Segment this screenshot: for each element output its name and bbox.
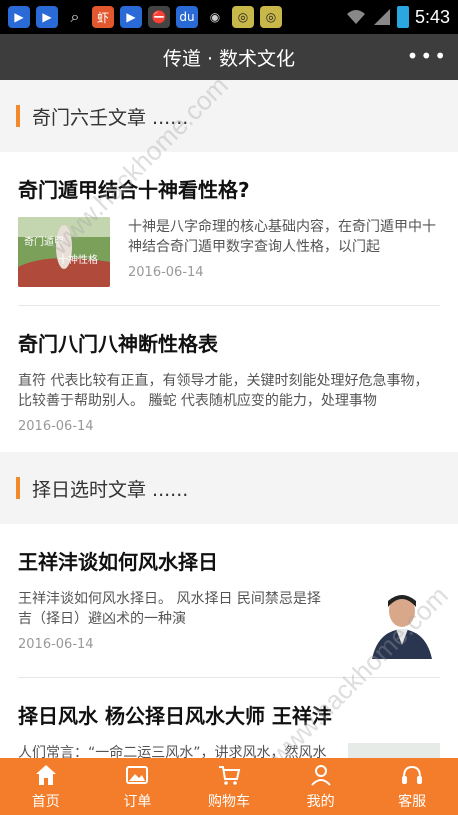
article-summary: 直符 代表比较有正直，有领导才能，关键时刻能处理好危急事物，比较善于帮助别人。 … (18, 373, 429, 409)
nav-home[interactable]: 首页 (0, 758, 92, 815)
page-title: 传道 · 数术文化 (162, 47, 296, 70)
baidu-icon: du (176, 6, 198, 28)
search-icon: ⌕ (64, 6, 86, 28)
nav-cart[interactable]: 购物车 (183, 758, 275, 815)
article-summary: 人们常言：“一命二运三风水”，讲求风水，然风水不配合择日，亦是不完全的 (18, 745, 327, 758)
section-card: 王祥沣谈如何风水择日 王祥沣谈如何风水择日。 风水择日 民间禁忌是择吉（择日）避… (0, 524, 458, 758)
section-header-zeri[interactable]: 择日选时文章 ...... (0, 452, 458, 524)
article-summary: 十神是八字命理的核心基础内容，在奇门遁甲中十神结合奇门遁甲数字查询人性格，以门起 (128, 219, 436, 255)
nav-service[interactable]: 客服 (366, 758, 458, 815)
app-icon: ▶ (120, 6, 142, 28)
app-icon: ▶ (8, 6, 30, 28)
crossed-icon: ⛔ (148, 6, 170, 28)
wifi-icon (346, 10, 365, 24)
user-icon (310, 764, 331, 786)
cat-icon: ◉ (204, 6, 226, 28)
article-list: 奇门六壬文章 ...... 奇门遁甲结合十神看性格? 奇门遁甲 十神性格 十神是… (0, 80, 458, 758)
notification-icons: ▶ ▶ ⌕ 虾 ▶ ⛔ du ◉ ◎ ◎ (8, 6, 282, 28)
article-item[interactable]: 王祥沣谈如何风水择日 王祥沣谈如何风水择日。 风水择日 民间禁忌是择吉（择日）避… (18, 524, 440, 678)
bottom-navigation: 首页 订单 购物车 我的 客服 (0, 758, 458, 815)
home-icon (35, 764, 56, 785)
article-thumbnail (348, 743, 440, 758)
article-title: 奇门遁甲结合十神看性格? (18, 178, 250, 202)
article-date: 2016-06-14 (18, 419, 94, 434)
more-menu-icon[interactable]: ••• (407, 44, 448, 68)
app-header: 传道 · 数术文化 ••• (0, 34, 458, 80)
picture-icon (126, 765, 149, 784)
headset-icon (402, 765, 423, 784)
nav-orders[interactable]: 订单 (92, 758, 184, 815)
article-thumbnail (348, 589, 440, 659)
article-title: 王祥沣谈如何风水择日 (18, 550, 218, 574)
article-thumbnail: 奇门遁甲 十神性格 (18, 217, 110, 287)
article-item[interactable]: 奇门八门八神断性格表 直符 代表比较有正直，有领导才能，关键时刻能处理好危急事物… (18, 306, 440, 452)
battery-icon (396, 6, 409, 28)
nav-label: 我的 (306, 793, 335, 810)
section-title: 奇门六壬文章 ...... (32, 106, 189, 129)
nav-label: 客服 (398, 793, 427, 810)
article-title: 奇门八门八神断性格表 (18, 332, 218, 356)
section-title: 择日选时文章 ...... (32, 478, 189, 501)
section-header-qimen[interactable]: 奇门六壬文章 ...... (0, 80, 458, 152)
section-card: 奇门遁甲结合十神看性格? 奇门遁甲 十神性格 十神是八字命理的核心基础内容，在奇… (0, 152, 458, 452)
nav-label: 首页 (31, 793, 60, 810)
article-summary: 王祥沣谈如何风水择日。 风水择日 民间禁忌是择吉（择日）避凶术的一种演 (18, 591, 321, 627)
section-accent-bar (16, 477, 20, 499)
article-date: 2016-06-14 (18, 637, 94, 652)
nav-profile[interactable]: 我的 (275, 758, 367, 815)
nav-label: 订单 (123, 793, 152, 810)
coin-icon: ◎ (232, 6, 254, 28)
cart-icon (218, 765, 241, 785)
article-item[interactable]: 择日风水 杨公择日风水大师 王祥沣 人们常言：“一命二运三风水”，讲求风水，然风… (18, 678, 440, 758)
app-icon: 虾 (92, 6, 114, 28)
article-title: 择日风水 杨公择日风水大师 王祥沣 (18, 704, 332, 728)
svg-text:十神性格: 十神性格 (58, 253, 98, 266)
section-accent-bar (16, 105, 20, 127)
app-icon: ▶ (36, 6, 58, 28)
article-date: 2016-06-14 (128, 265, 204, 280)
coin-icon: ◎ (260, 6, 282, 28)
article-item[interactable]: 奇门遁甲结合十神看性格? 奇门遁甲 十神性格 十神是八字命理的核心基础内容，在奇… (18, 152, 440, 306)
status-time: 5:43 (414, 6, 450, 27)
svg-text:奇门遁甲: 奇门遁甲 (24, 235, 64, 248)
status-bar: ▶ ▶ ⌕ 虾 ▶ ⛔ du ◉ ◎ ◎ 5:43 (0, 0, 458, 34)
signal-icon (373, 9, 390, 25)
nav-label: 购物车 (207, 793, 250, 810)
